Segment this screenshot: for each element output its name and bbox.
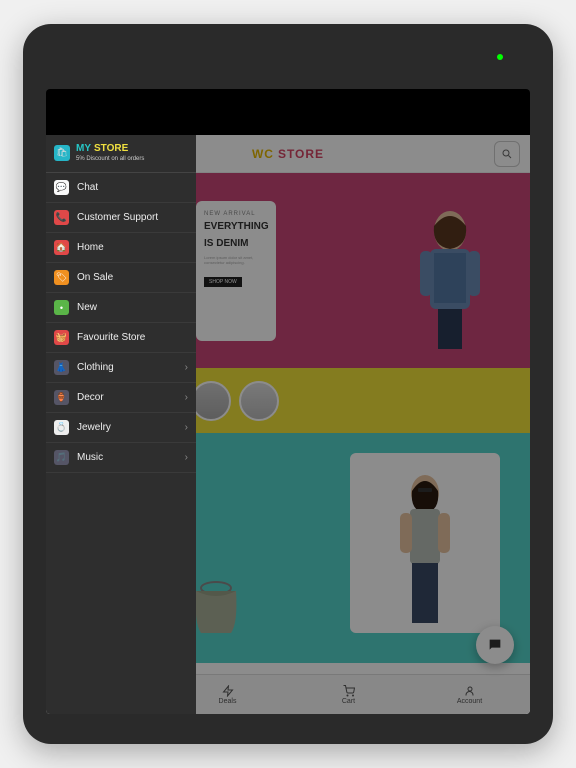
drawer-item-label: Favourite Store (77, 332, 188, 343)
chevron-right-icon: › (185, 392, 188, 403)
drawer-item-label: Music (77, 452, 177, 463)
drawer-item-on-sale[interactable]: 🏷 On Sale (46, 263, 196, 293)
drawer-header: 🛍 MY STORE 5% Discount on all orders (46, 135, 196, 173)
drawer-item-jewelry[interactable]: 💍 Jewelry › (46, 413, 196, 443)
tag-icon: 🏷 (54, 270, 69, 285)
drawer-title: MY STORE (76, 143, 144, 154)
drawer-subtitle: 5% Discount on all orders (76, 156, 144, 162)
clothing-icon: 👗 (54, 360, 69, 375)
drawer-item-clothing[interactable]: 👗 Clothing › (46, 353, 196, 383)
drawer-item-favourite-store[interactable]: 🧺 Favourite Store (46, 323, 196, 353)
phone-icon: 📞 (54, 210, 69, 225)
drawer-title-my: MY (76, 143, 91, 154)
drawer-item-customer-support[interactable]: 📞 Customer Support (46, 203, 196, 233)
basket-icon: 🧺 (54, 330, 69, 345)
drawer-item-chat[interactable]: 💬 Chat (46, 173, 196, 203)
drawer-item-home[interactable]: 🏠 Home (46, 233, 196, 263)
camera-indicator (497, 54, 503, 60)
drawer-item-label: Clothing (77, 362, 177, 373)
tablet-frame: WC STORE NEW ARRIVAL EVERYTHING IS DENIM… (23, 24, 553, 744)
drawer-item-label: Home (77, 242, 188, 253)
drawer-item-music[interactable]: 🎵 Music › (46, 443, 196, 473)
drawer-item-label: Chat (77, 182, 188, 193)
nav-drawer: 🛍 MY STORE 5% Discount on all orders 💬 Ch… (46, 135, 196, 714)
new-icon: • (54, 300, 69, 315)
decor-icon: 🏺 (54, 390, 69, 405)
drawer-item-label: On Sale (77, 272, 188, 283)
chevron-right-icon: › (185, 422, 188, 433)
music-icon: 🎵 (54, 450, 69, 465)
drawer-item-label: Customer Support (77, 212, 188, 223)
home-icon: 🏠 (54, 240, 69, 255)
chevron-right-icon: › (185, 452, 188, 463)
drawer-title-store: STORE (94, 143, 128, 154)
drawer-item-label: Jewelry (77, 422, 177, 433)
drawer-overlay[interactable]: 🛍 MY STORE 5% Discount on all orders 💬 Ch… (46, 135, 530, 714)
chat-icon: 💬 (54, 180, 69, 195)
store-logo-icon: 🛍 (54, 145, 70, 161)
jewelry-icon: 💍 (54, 420, 69, 435)
screen: WC STORE NEW ARRIVAL EVERYTHING IS DENIM… (46, 89, 530, 714)
drawer-item-label: New (77, 302, 188, 313)
drawer-item-new[interactable]: • New (46, 293, 196, 323)
chevron-right-icon: › (185, 362, 188, 373)
drawer-item-label: Decor (77, 392, 177, 403)
drawer-item-decor[interactable]: 🏺 Decor › (46, 383, 196, 413)
